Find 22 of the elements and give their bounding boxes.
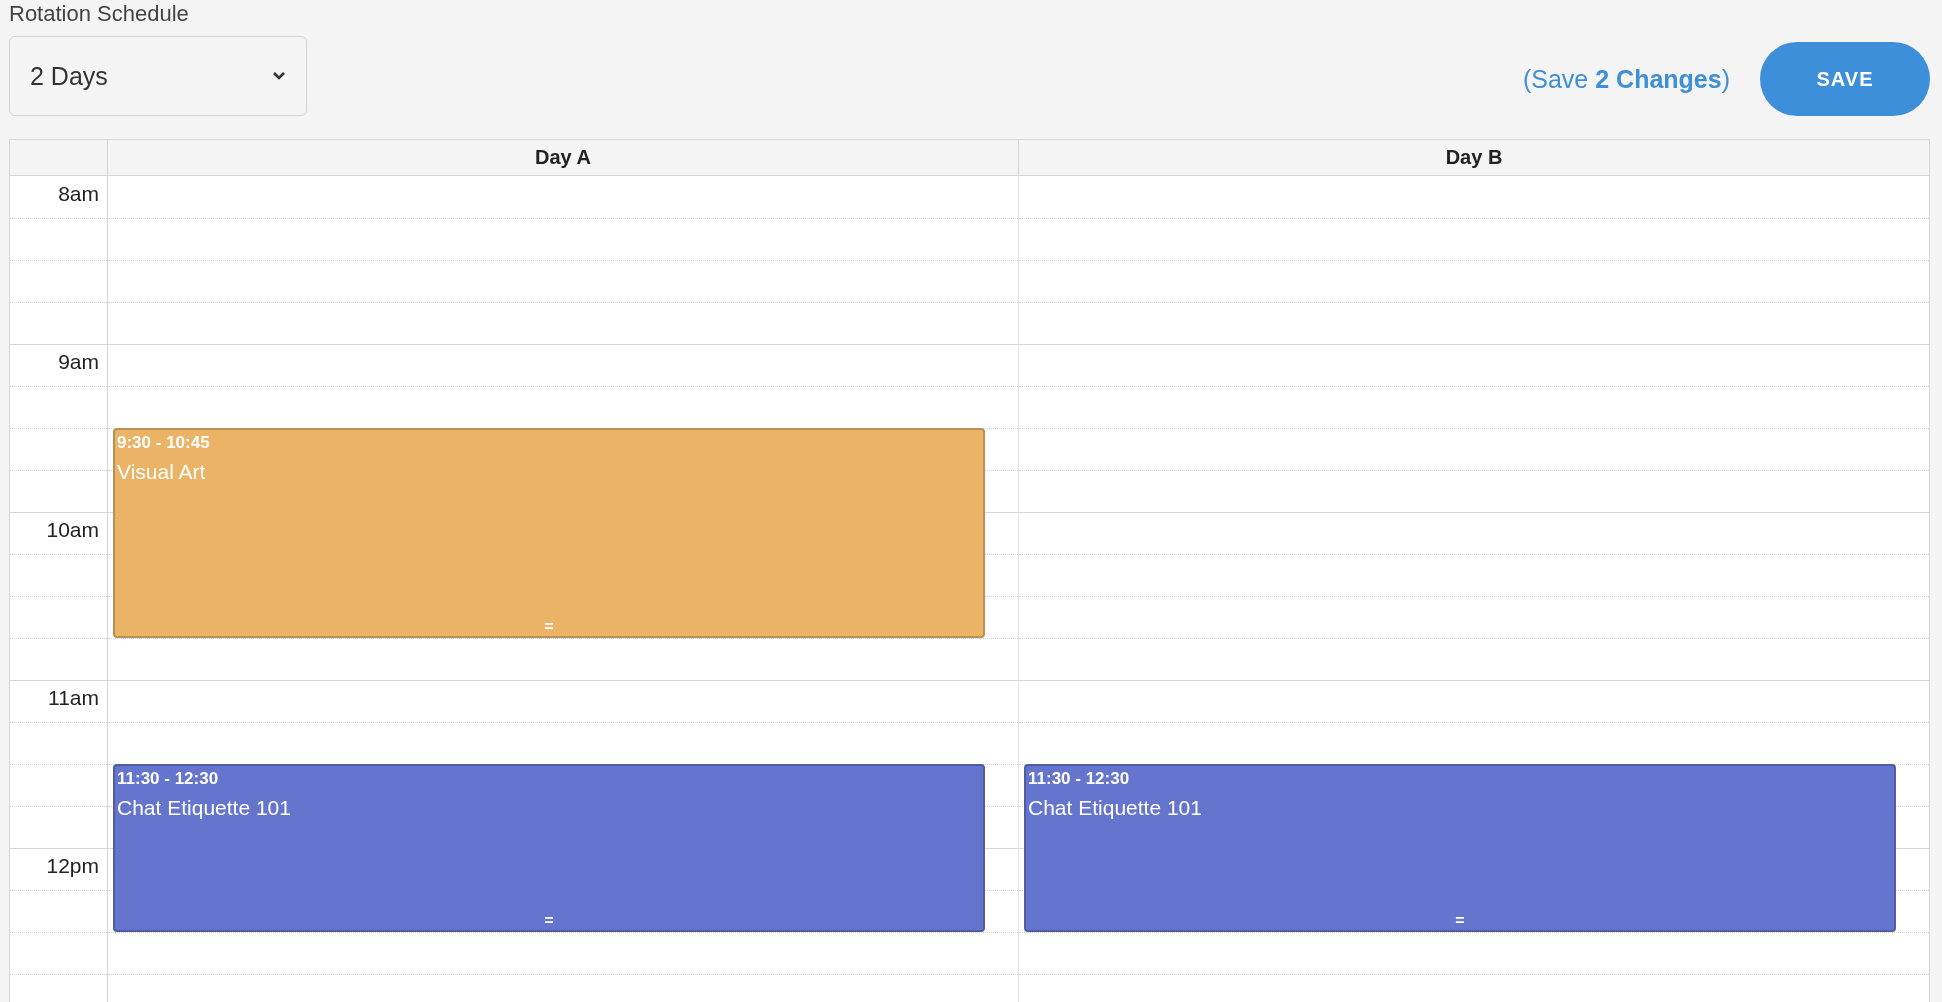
resize-handle[interactable]: = xyxy=(544,912,554,930)
day-column-header: Day A xyxy=(108,140,1019,175)
hour-label: 11am xyxy=(48,686,99,710)
event-title: Chat Etiquette 101 xyxy=(117,796,291,820)
hour-label: 9am xyxy=(58,350,99,374)
save-button[interactable]: SAVE xyxy=(1760,42,1930,116)
rotation-schedule-label: Rotation Schedule xyxy=(9,1,190,27)
event-block[interactable]: 11:30 - 12:30 Chat Etiquette 101 = xyxy=(1024,764,1896,932)
event-block[interactable]: 11:30 - 12:30 Chat Etiquette 101 = xyxy=(113,764,985,932)
resize-handle[interactable]: = xyxy=(1455,912,1465,930)
day-column-header: Day B xyxy=(1444,145,1504,170)
rotation-select[interactable]: 2 Days xyxy=(9,36,307,116)
event-title: Chat Etiquette 101 xyxy=(1028,796,1202,820)
hour-label: 12pm xyxy=(46,854,99,878)
save-changes-link[interactable]: (Save 2 Changes) xyxy=(1522,64,1730,94)
hour-label: 8am xyxy=(58,182,99,206)
event-time: 11:30 - 12:30 xyxy=(1028,768,1130,790)
chevron-down-icon xyxy=(272,71,286,81)
hour-label: 10am xyxy=(46,518,99,542)
event-time: 11:30 - 12:30 xyxy=(117,768,219,790)
event-time: 9:30 - 10:45 xyxy=(117,432,210,454)
event-title: Visual Art xyxy=(117,460,206,484)
